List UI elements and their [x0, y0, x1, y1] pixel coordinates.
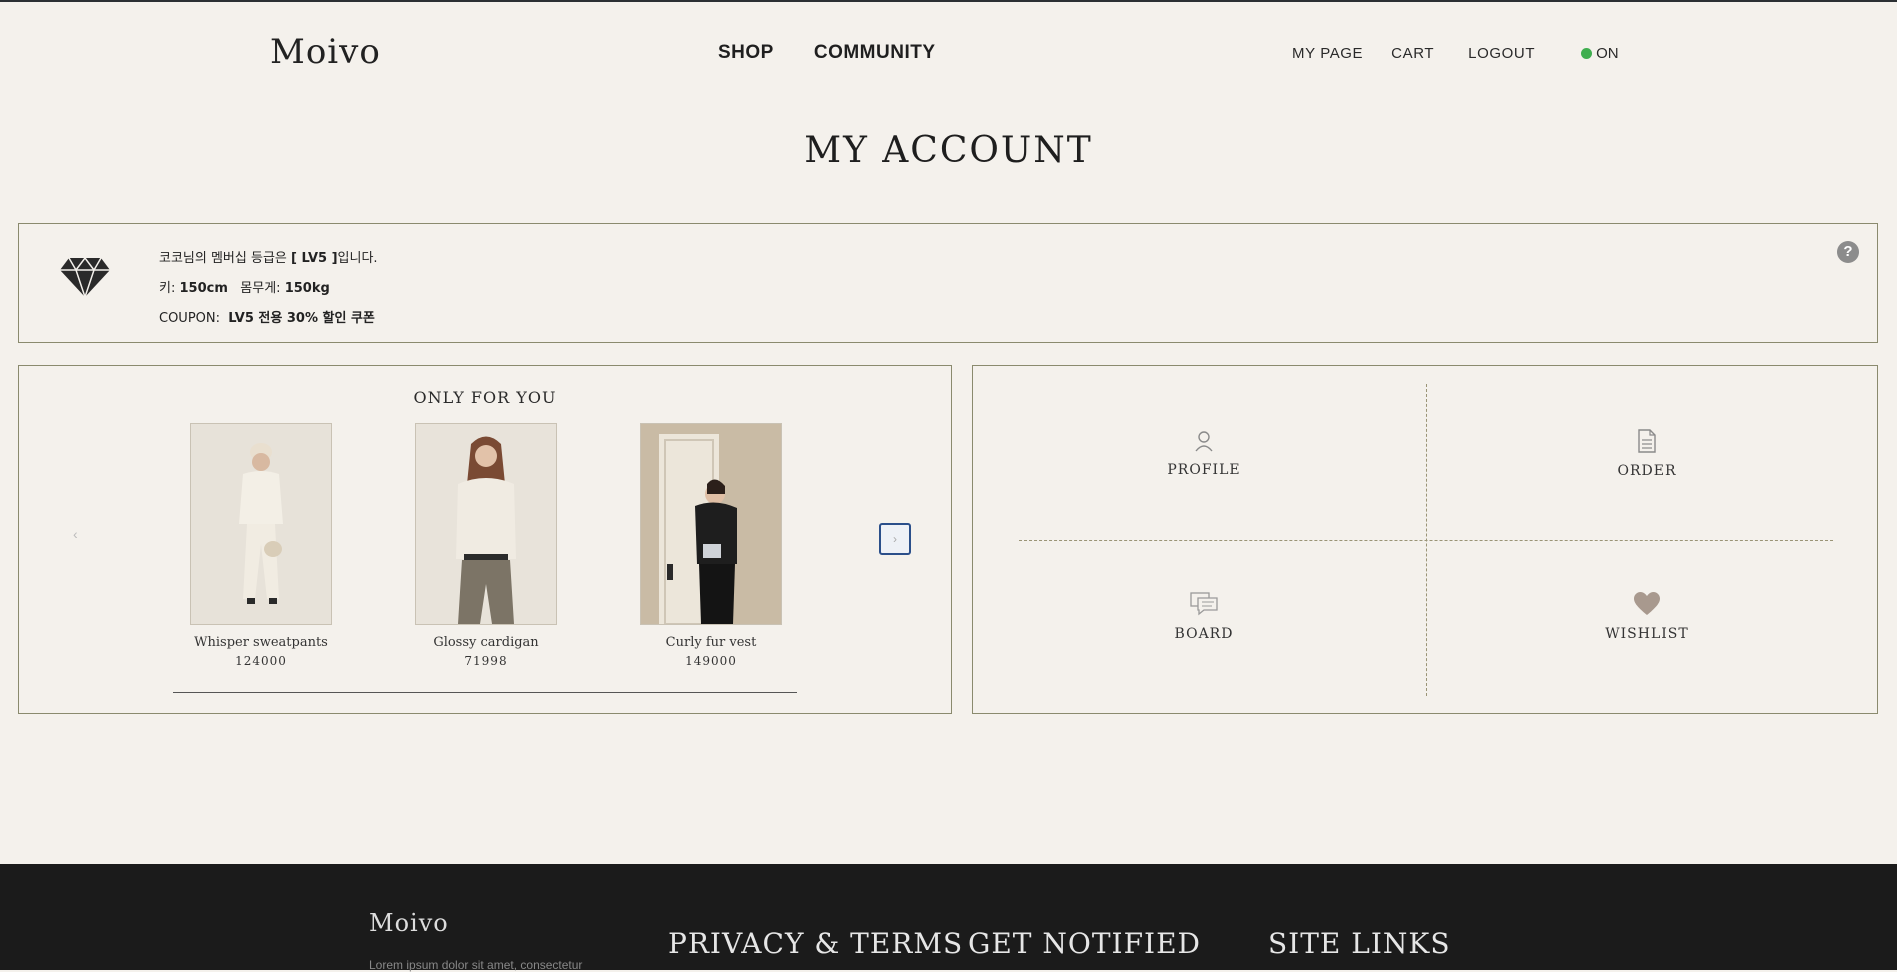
menu-tile-wishlist[interactable]: WISHLIST [1547, 592, 1747, 642]
help-icon[interactable]: ? [1837, 241, 1859, 263]
membership-details: 코코님의 멤버십 등급은 [ LV5 ]입니다. 키: 150cm 몸무게: 1… [159, 244, 378, 334]
membership-grade-line: 코코님의 멤버십 등급은 [ LV5 ]입니다. [159, 244, 378, 274]
height-value: 150cm [179, 281, 228, 296]
footer-heading-links: SITE LINKS [1268, 927, 1451, 960]
menu-label-board: BOARD [1174, 626, 1234, 642]
only-for-you-title: ONLY FOR YOU [413, 388, 557, 407]
nav-logout[interactable]: LOGOUT [1468, 45, 1535, 62]
product-price: 71998 [464, 654, 508, 668]
status-dot-icon [1581, 48, 1593, 59]
document-icon [1638, 429, 1656, 453]
site-header: Moivo SHOP COMMUNITY MY PAGE CART LOGOUT… [0, 2, 1897, 102]
menu-label-order: ORDER [1617, 463, 1677, 479]
product-image [415, 423, 557, 625]
product-name: Glossy cardigan [433, 635, 539, 650]
carousel-next-button[interactable]: › [879, 523, 911, 555]
nav-community[interactable]: COMMUNITY [814, 42, 936, 64]
nav-shop[interactable]: SHOP [718, 42, 774, 64]
section-divider [173, 692, 797, 693]
page-title: MY ACCOUNT [804, 130, 1093, 171]
product-card[interactable]: Curly fur vest 149000 [640, 423, 782, 668]
grade-prefix: 코코님의 멤버십 등급은 [159, 251, 291, 266]
product-price: 124000 [235, 654, 287, 668]
weight-value: 150kg [284, 281, 330, 296]
nav-cart[interactable]: CART [1391, 45, 1434, 62]
membership-panel: 코코님의 멤버십 등급은 [ LV5 ]입니다. 키: 150cm 몸무게: 1… [18, 223, 1878, 343]
footer-heading-notified: GET NOTIFIED [968, 927, 1201, 960]
diamond-icon [59, 256, 111, 303]
menu-label-profile: PROFILE [1167, 462, 1241, 478]
site-logo[interactable]: Moivo [270, 32, 381, 72]
grid-divider-horizontal [1019, 540, 1833, 541]
nav-my-page[interactable]: MY PAGE [1292, 45, 1363, 62]
menu-tile-order[interactable]: ORDER [1547, 429, 1747, 479]
product-name: Curly fur vest [665, 635, 757, 650]
grade-level: [ LV5 ] [291, 251, 338, 266]
chat-icon [1190, 592, 1218, 616]
menu-tile-board[interactable]: BOARD [1104, 592, 1304, 642]
product-card[interactable]: Glossy cardigan 71998 [415, 423, 557, 668]
footer-heading-privacy: PRIVACY & TERMS [668, 927, 964, 960]
weight-label: 몸무게: [240, 281, 285, 296]
product-card[interactable]: Whisper sweatpants 124000 [190, 423, 332, 668]
online-status: ON [1581, 45, 1619, 62]
coupon-line: COUPON: LV5 전용 30% 할인 쿠폰 [159, 304, 378, 334]
product-image [640, 423, 782, 625]
user-nav: MY PAGE CART LOGOUT ON [1292, 45, 1619, 62]
coupon-value: LV5 전용 30% 할인 쿠폰 [228, 311, 375, 326]
footer-logo[interactable]: Moivo [369, 909, 449, 937]
site-footer: Moivo Lorem ipsum dolor sit amet, consec… [0, 864, 1897, 972]
product-price: 149000 [685, 654, 737, 668]
heart-icon [1634, 592, 1660, 615]
body-info-line: 키: 150cm 몸무게: 150kg [159, 274, 378, 304]
menu-tile-profile[interactable]: PROFILE [1104, 430, 1304, 478]
chevron-right-icon: › [893, 532, 897, 546]
main-nav: SHOP COMMUNITY [718, 42, 936, 64]
account-menu-panel: PROFILE ORDER BOARD WISHLIST [972, 365, 1878, 714]
carousel-prev-icon[interactable]: ‹ [73, 526, 78, 542]
coupon-label: COUPON: [159, 311, 225, 326]
grade-suffix: 입니다. [337, 251, 378, 266]
menu-label-wishlist: WISHLIST [1605, 626, 1689, 642]
only-for-you-panel: ONLY FOR YOU ‹ Whisper sweatpants 124000… [18, 365, 952, 714]
product-image [190, 423, 332, 625]
status-label: ON [1596, 45, 1619, 62]
product-name: Whisper sweatpants [194, 635, 328, 650]
height-label: 키: [159, 281, 180, 296]
user-icon [1195, 431, 1213, 452]
